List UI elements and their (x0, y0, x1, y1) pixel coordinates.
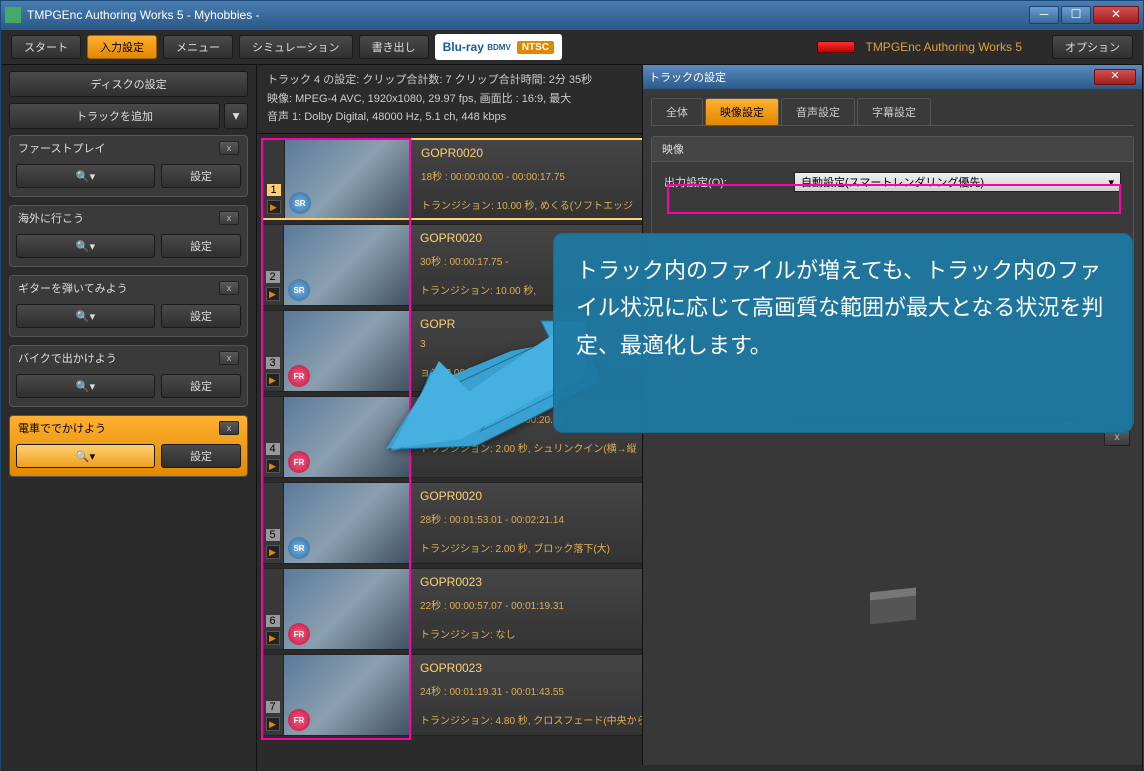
nav-input-settings[interactable]: 入力設定 (87, 35, 157, 59)
track-card[interactable]: 電車ででかけよう x 🔍▾ 設定 (9, 415, 248, 477)
play-icon[interactable]: ▶ (266, 373, 280, 387)
track-card[interactable]: ギターを弾いてみよう x 🔍▾ 設定 (9, 275, 248, 337)
window-titlebar: TMPGEnc Authoring Works 5 - Myhobbies - … (1, 1, 1143, 29)
info-callout: トラック内のファイルが増えても、トラック内のファイル状況に応じて高画質な範囲が最… (553, 233, 1133, 433)
play-icon[interactable]: ▶ (266, 545, 280, 559)
panel-video-label: 映像 (652, 137, 1133, 162)
search-icon[interactable]: 🔍▾ (16, 374, 155, 398)
track-card[interactable]: バイクで出かけよう x 🔍▾ 設定 (9, 345, 248, 407)
play-icon[interactable]: ▶ (266, 631, 280, 645)
track-settings-button[interactable]: 設定 (161, 234, 241, 258)
disk-settings-button[interactable]: ディスクの設定 (9, 71, 248, 97)
track-settings-button[interactable]: 設定 (161, 444, 241, 468)
tab-subtitle[interactable]: 字幕設定 (857, 98, 931, 125)
track-settings-button[interactable]: 設定 (161, 374, 241, 398)
sr-badge-icon: SR (288, 537, 310, 559)
tab-all[interactable]: 全体 (651, 98, 703, 125)
track-name: ギターを弾いてみよう (18, 280, 128, 296)
fr-badge-icon: FR (288, 709, 310, 731)
add-track-button[interactable]: トラックを追加 (9, 103, 220, 129)
fr-badge-icon: FR (288, 451, 310, 473)
delete-track-icon[interactable]: x (219, 211, 239, 225)
track-name: 電車ででかけよう (18, 420, 106, 436)
window-close-button[interactable]: ✕ (1093, 6, 1139, 24)
fr-badge-icon: FR (288, 623, 310, 645)
dialog-title: トラックの設定 (649, 69, 726, 85)
search-icon[interactable]: 🔍▾ (16, 164, 155, 188)
sr-badge-icon: SR (289, 192, 311, 214)
track-sidebar: ディスクの設定 トラックを追加 ▾ ファーストプレイ x 🔍▾ 設定 海外に行こう… (1, 65, 257, 771)
add-track-dropdown[interactable]: ▾ (224, 103, 248, 129)
track-name: ファーストプレイ (18, 140, 105, 156)
dialog-close-button[interactable]: ✕ (1094, 69, 1136, 85)
recording-led-icon (817, 41, 855, 53)
preview-area (643, 448, 1142, 766)
minimize-button[interactable]: ─ (1029, 6, 1059, 24)
play-icon[interactable]: ▶ (267, 200, 281, 214)
delete-track-icon[interactable]: x (219, 351, 239, 365)
nav-start[interactable]: スタート (11, 35, 81, 59)
chevron-down-icon: ▾ (1108, 176, 1114, 189)
track-settings-button[interactable]: 設定 (161, 304, 241, 328)
tab-video[interactable]: 映像設定 (705, 98, 779, 125)
play-icon[interactable]: ▶ (266, 459, 280, 473)
clapperboard-icon (870, 588, 916, 625)
track-name: バイクで出かけよう (18, 350, 117, 366)
tab-audio[interactable]: 音声設定 (781, 98, 855, 125)
delete-track-icon[interactable]: x (219, 141, 239, 155)
search-icon[interactable]: 🔍▾ (16, 444, 155, 468)
search-icon[interactable]: 🔍▾ (16, 234, 155, 258)
nav-simulation[interactable]: シミュレーション (239, 35, 353, 59)
track-name: 海外に行こう (18, 210, 84, 226)
delete-track-icon[interactable]: x (219, 421, 239, 435)
play-icon[interactable]: ▶ (266, 287, 280, 301)
search-icon[interactable]: 🔍▾ (16, 304, 155, 328)
window-title: TMPGEnc Authoring Works 5 - Myhobbies - (27, 8, 1029, 22)
maximize-button[interactable]: ☐ (1061, 6, 1091, 24)
product-label: TMPGEnc Authoring Works 5 (865, 40, 1022, 54)
nav-export[interactable]: 書き出し (359, 35, 429, 59)
app-icon (5, 7, 21, 23)
output-setting-label: 出力設定(O): (664, 174, 794, 190)
play-icon[interactable]: ▶ (266, 717, 280, 731)
fr-badge-icon: FR (288, 365, 310, 387)
options-button[interactable]: オプション (1052, 35, 1133, 59)
nav-menu[interactable]: メニュー (163, 35, 233, 59)
track-card[interactable]: ファーストプレイ x 🔍▾ 設定 (9, 135, 248, 197)
delete-track-icon[interactable]: x (219, 281, 239, 295)
format-indicator: Blu-ray BDMV NTSC (435, 34, 562, 60)
track-card[interactable]: 海外に行こう x 🔍▾ 設定 (9, 205, 248, 267)
main-toolbar: スタート 入力設定 メニュー シミュレーション 書き出し Blu-ray BDM… (1, 29, 1143, 65)
track-settings-button[interactable]: 設定 (161, 164, 241, 188)
clip-thumbnail: SR (285, 140, 411, 218)
sr-badge-icon: SR (288, 279, 310, 301)
output-setting-dropdown[interactable]: 自動設定(スマートレンダリング優先)▾ (794, 172, 1121, 192)
